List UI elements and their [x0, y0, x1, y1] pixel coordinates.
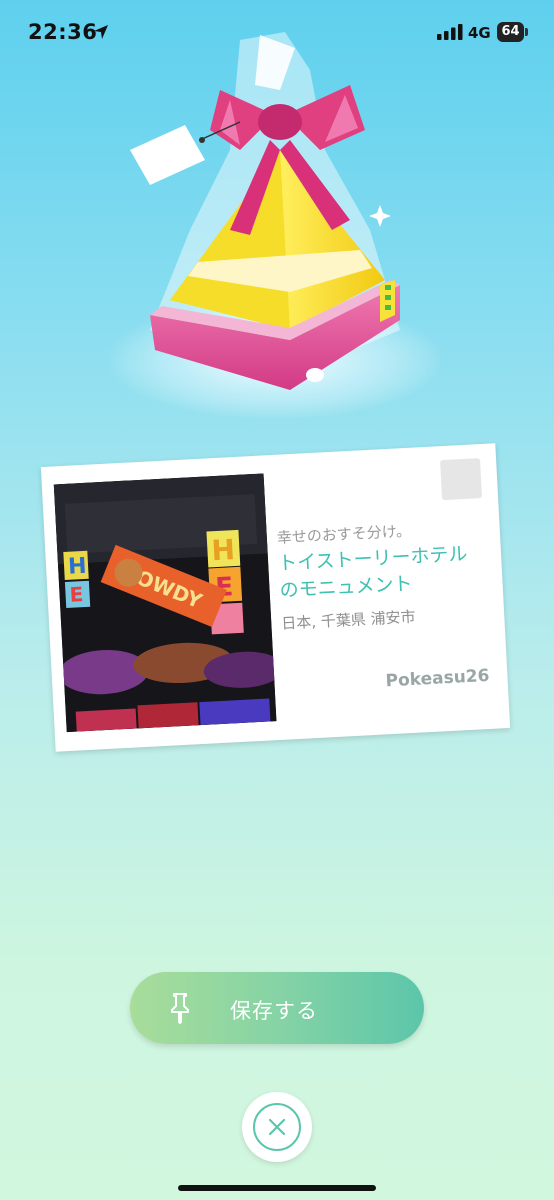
stamp	[440, 458, 483, 501]
close-icon	[268, 1118, 286, 1136]
postcard-photo: H E H E HOWDY	[53, 473, 277, 733]
postcard-subtitle: 幸せのおすそ分け。	[276, 521, 412, 547]
photo-letter-h-left: H	[67, 554, 87, 580]
postcard-location: 日本, 千葉県 浦安市	[280, 607, 416, 633]
postcard[interactable]: H E H E HOWDY 幸せのおすそ分け。 トイストーリーホテルのモニュメン…	[40, 443, 511, 752]
save-button[interactable]: 保存する	[130, 972, 424, 1044]
save-button-label: 保存する	[230, 999, 318, 1023]
photo-letter-e-left: E	[69, 582, 84, 607]
location-arrow-icon	[94, 25, 108, 39]
home-indicator[interactable]	[178, 1185, 376, 1191]
close-button[interactable]	[242, 1092, 312, 1162]
postcard-title: トイストーリーホテルのモニュメント	[277, 542, 468, 602]
pin-icon	[171, 993, 189, 1024]
postcard-sender: Pokeasu26	[385, 665, 490, 692]
gift-box-icon	[110, 32, 440, 420]
photo-letter-h-right: H	[211, 533, 236, 567]
status-time: 22:36	[28, 20, 98, 44]
signal-icon	[437, 24, 463, 40]
battery-icon: 64	[497, 22, 529, 42]
battery-level: 64	[501, 24, 520, 39]
network-type: 4G	[468, 24, 491, 42]
